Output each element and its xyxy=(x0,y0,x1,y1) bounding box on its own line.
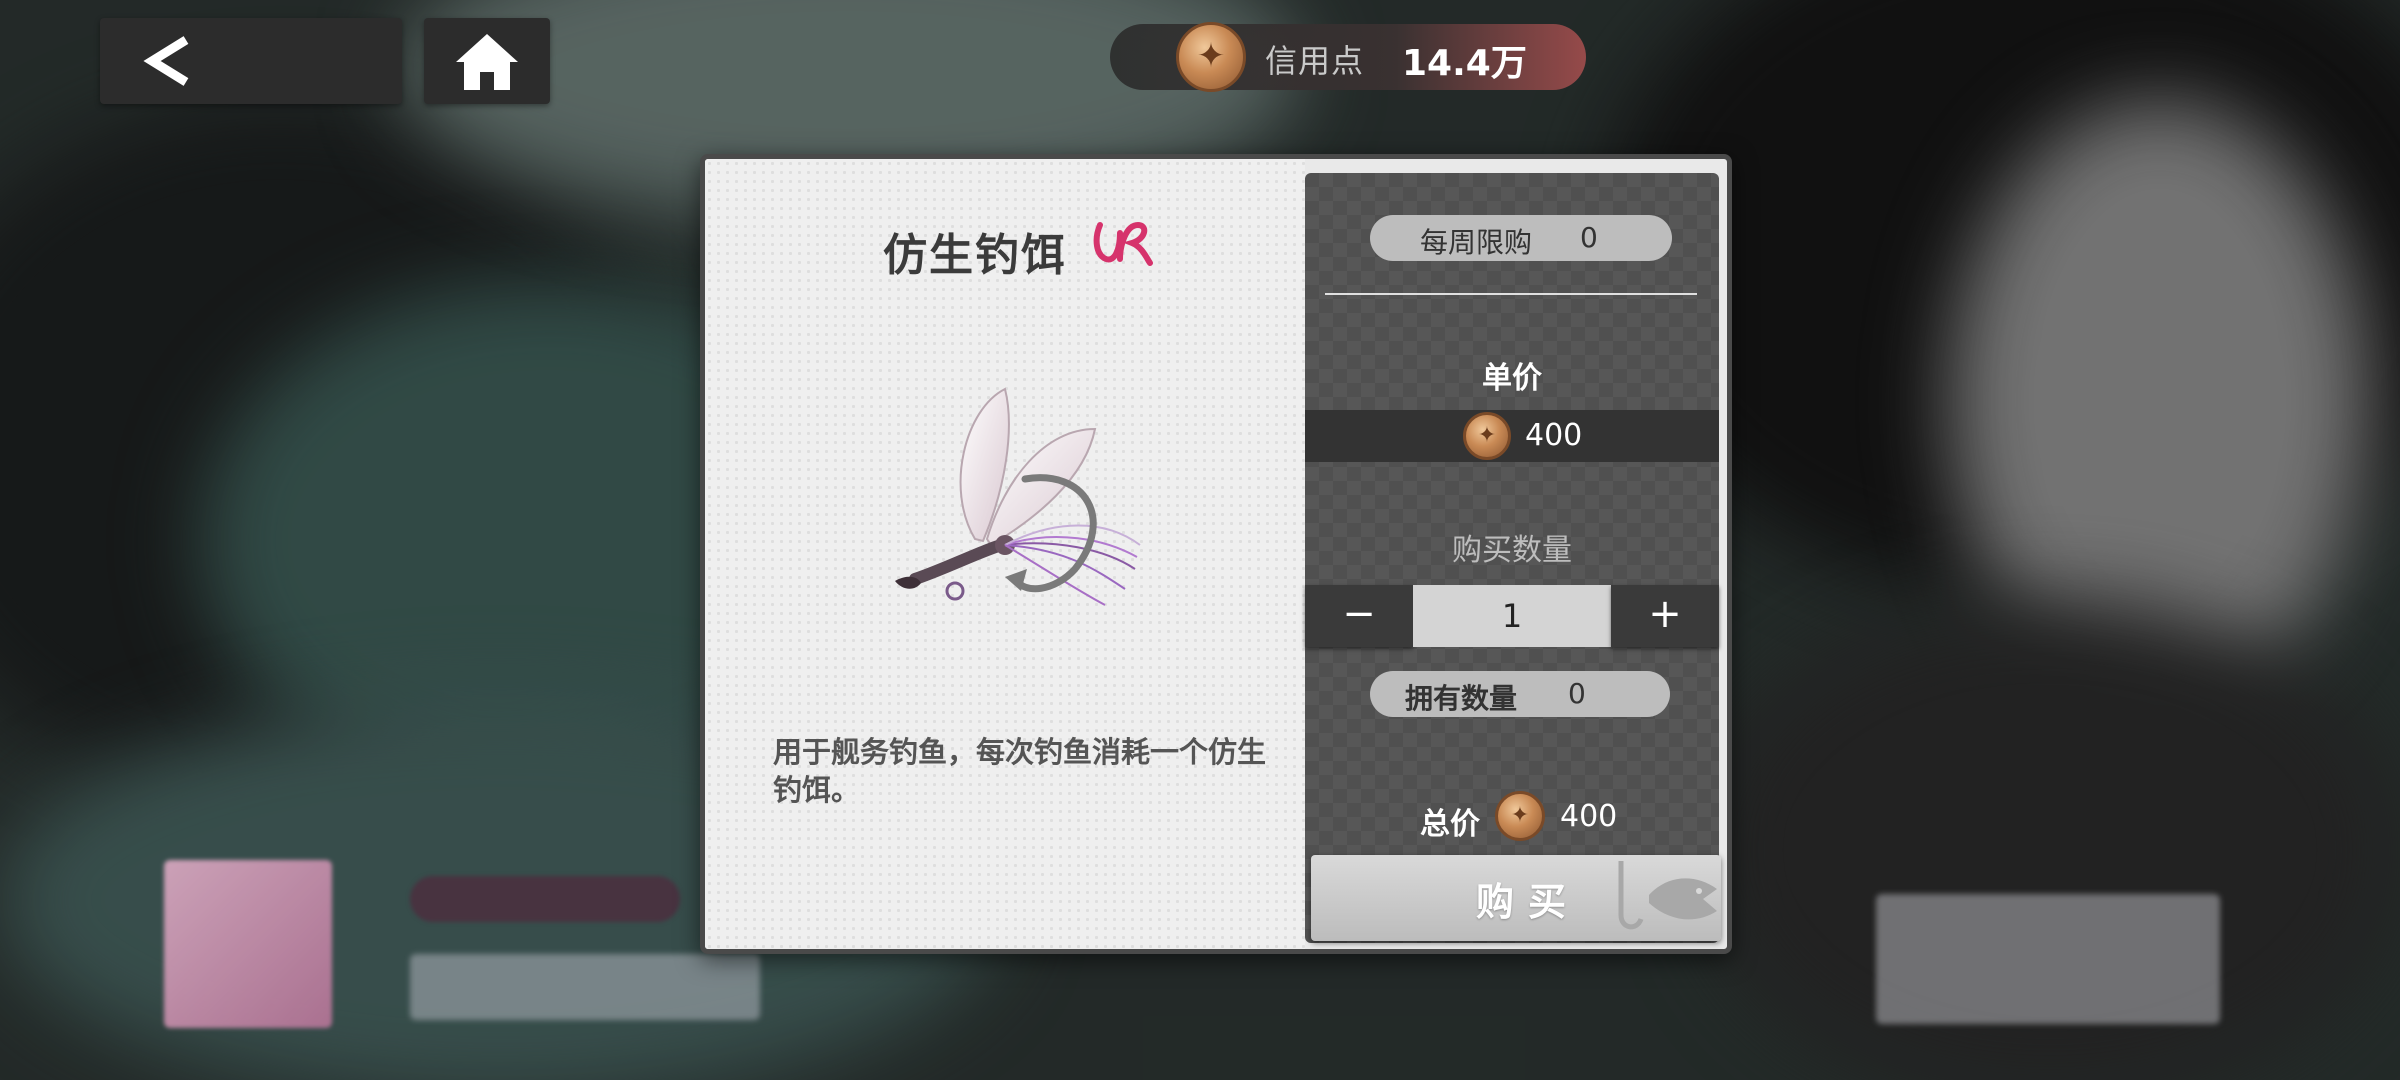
total-price-value: 400 xyxy=(1560,799,1618,834)
credit-coin-icon xyxy=(1495,791,1545,841)
weekly-limit-label: 每周限购 xyxy=(1420,226,1533,259)
back-button[interactable] xyxy=(100,18,402,104)
credit-value: 14.4万 xyxy=(1402,43,1527,84)
unit-price-bar: 400 xyxy=(1305,410,1719,462)
unit-price-label: 单价 xyxy=(1482,361,1542,396)
start-fishing-button xyxy=(1876,894,2220,1024)
credit-label: 信用点 xyxy=(1265,42,1365,80)
unit-price-value: 400 xyxy=(1525,418,1583,453)
credit-coin-icon xyxy=(1463,412,1511,460)
background-panel xyxy=(410,954,760,1020)
rarity-ur-icon xyxy=(1093,221,1153,266)
background-tag xyxy=(410,876,680,922)
panel-divider xyxy=(1325,293,1697,295)
home-button[interactable] xyxy=(424,18,550,104)
weekly-limit-badge: 每周限购 0 xyxy=(1370,215,1672,261)
owned-count-badge: 拥有数量 0 xyxy=(1370,671,1670,717)
back-arrow-icon xyxy=(143,36,189,86)
item-info-panel: 仿生钓饵 用于舰务钓鱼，每次钓鱼消耗一个仿生钓饵。 xyxy=(705,159,1305,949)
item-name: 仿生钓饵 xyxy=(883,230,1067,281)
owned-value: 0 xyxy=(1568,677,1586,710)
increase-quantity-button[interactable]: + xyxy=(1611,585,1719,647)
weekly-limit-value: 0 xyxy=(1580,221,1598,254)
credit-coin-icon xyxy=(1176,22,1246,92)
credit-balance: 信用点 14.4万 xyxy=(1110,22,1586,92)
total-price-label: 总价 xyxy=(1420,807,1480,842)
purchase-dialog: 仿生钓饵 用于舰务钓鱼，每次钓鱼消耗一个仿生钓饵。 每周限购 0 单价 ✦ 40… xyxy=(700,154,1732,954)
buy-button-label: 购买 xyxy=(1476,880,1581,924)
quantity-stepper: − + xyxy=(1305,585,1719,647)
fish-hook-icon xyxy=(1618,861,1717,930)
home-icon xyxy=(456,34,518,90)
decrease-quantity-button[interactable]: − xyxy=(1305,585,1413,647)
owned-label: 拥有数量 xyxy=(1405,682,1518,715)
bionic-bait-image xyxy=(895,387,1141,606)
buy-button[interactable]: 购买 xyxy=(1311,855,1721,941)
item-description: 用于舰务钓鱼，每次钓鱼消耗一个仿生钓饵。 xyxy=(773,735,1267,807)
quantity-input[interactable] xyxy=(1413,585,1611,647)
character-avatar xyxy=(164,860,332,1028)
quantity-label: 购买数量 xyxy=(1452,533,1572,568)
